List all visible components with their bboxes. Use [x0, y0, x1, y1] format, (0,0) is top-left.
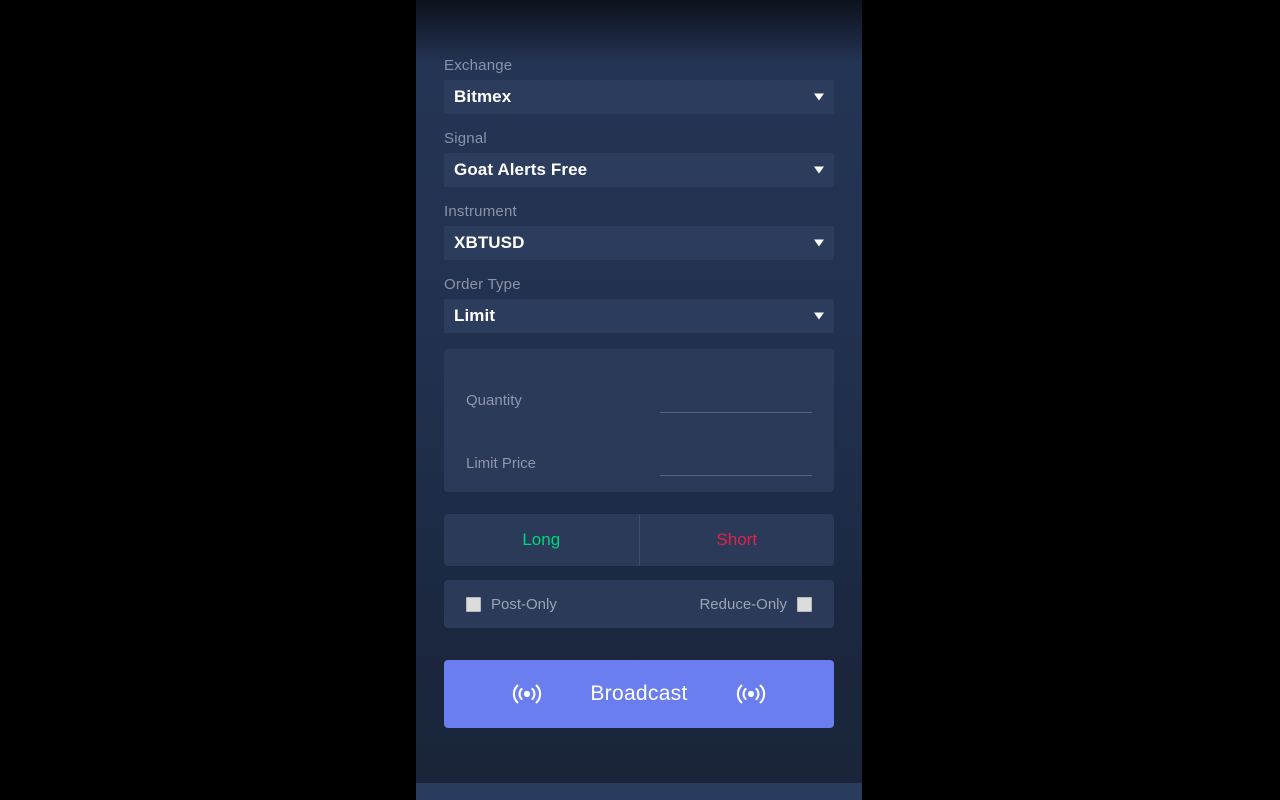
bottom-status-bar: [416, 783, 862, 800]
select-signal-value: Goat Alerts Free: [454, 160, 588, 179]
limit-price-row: Limit Price: [466, 430, 812, 476]
limit-price-input[interactable]: [660, 456, 812, 476]
select-instrument[interactable]: XBTUSD: [444, 226, 834, 260]
select-exchange-value: Bitmex: [454, 87, 512, 106]
field-order-type: Order Type Limit: [444, 276, 834, 333]
chevron-down-icon: [814, 166, 824, 174]
screen: Exchange Bitmex Signal Goat Alerts Free …: [0, 0, 1280, 800]
quantity-row: Quantity: [466, 367, 812, 413]
field-label-signal: Signal: [444, 130, 487, 147]
order-options-row: Post-Only Reduce-Only: [444, 580, 834, 628]
reduce-only-checkbox[interactable]: [797, 596, 812, 612]
field-exchange: Exchange Bitmex: [444, 57, 834, 114]
post-only-label: Post-Only: [491, 595, 557, 613]
field-label-order-type: Order Type: [444, 276, 521, 293]
select-instrument-value: XBTUSD: [454, 233, 525, 252]
order-side-group: Long Short: [444, 514, 834, 566]
select-exchange[interactable]: Bitmex: [444, 80, 834, 114]
trade-panel-content: Exchange Bitmex Signal Goat Alerts Free …: [416, 0, 862, 783]
order-inputs-card: Quantity Limit Price: [444, 349, 834, 492]
quantity-label: Quantity: [466, 392, 522, 409]
broadcast-icon: [734, 681, 768, 707]
quantity-input[interactable]: [660, 393, 812, 413]
chevron-down-icon: [814, 239, 824, 247]
broadcast-label: Broadcast: [590, 682, 688, 705]
field-label-instrument: Instrument: [444, 203, 517, 220]
short-button[interactable]: Short: [640, 514, 835, 566]
select-order-type-value: Limit: [454, 306, 496, 325]
post-only-option[interactable]: Post-Only: [466, 596, 557, 613]
field-label-exchange: Exchange: [444, 57, 513, 74]
chevron-down-icon: [814, 312, 824, 320]
limit-price-label: Limit Price: [466, 455, 537, 472]
field-signal: Signal Goat Alerts Free: [444, 130, 834, 187]
reduce-only-label: Reduce-Only: [699, 595, 787, 613]
select-signal[interactable]: Goat Alerts Free: [444, 153, 834, 187]
reduce-only-option[interactable]: Reduce-Only: [699, 596, 812, 613]
long-button[interactable]: Long: [444, 514, 639, 566]
field-instrument: Instrument XBTUSD: [444, 203, 834, 260]
post-only-checkbox[interactable]: [466, 596, 481, 612]
select-order-type[interactable]: Limit: [444, 299, 834, 333]
chevron-down-icon: [814, 93, 824, 101]
broadcast-button[interactable]: Broadcast: [444, 660, 834, 728]
broadcast-icon: [510, 681, 544, 707]
trade-panel: Exchange Bitmex Signal Goat Alerts Free …: [416, 0, 862, 800]
